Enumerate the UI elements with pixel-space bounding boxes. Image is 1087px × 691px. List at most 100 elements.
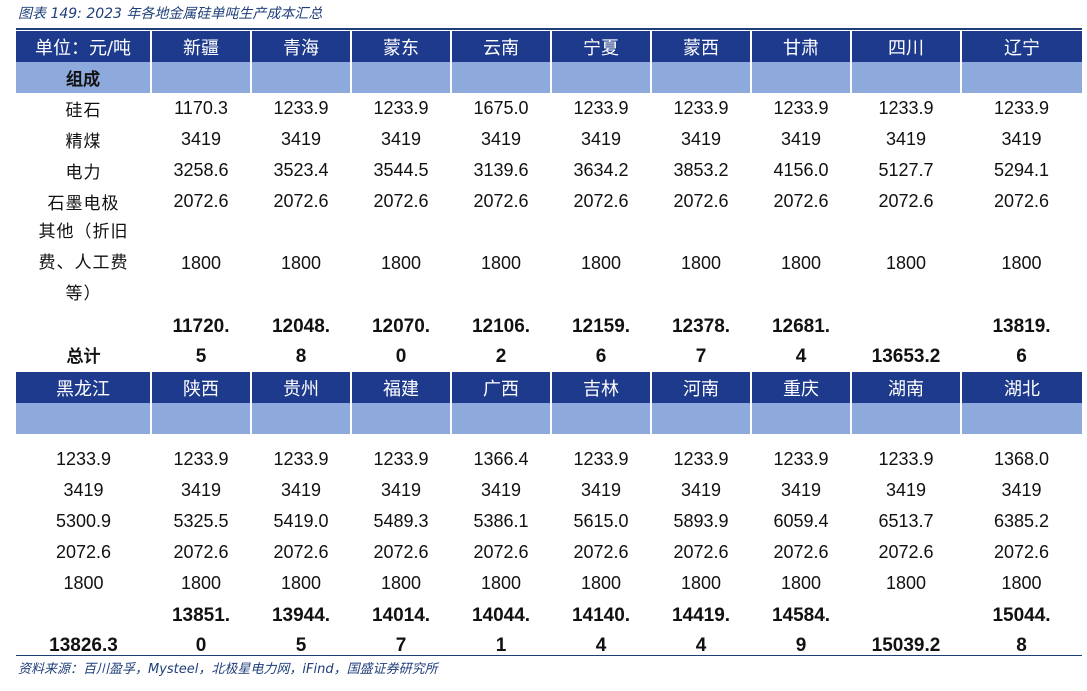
cost-cell: 3258.6 — [173, 160, 229, 180]
cost-cell: 6513.7 — [878, 511, 934, 531]
cost-cell: 1233.9 — [773, 449, 829, 469]
cost-cell: 5294.1 — [993, 160, 1050, 180]
row-label: 电力 — [65, 163, 102, 183]
region-header: 新疆 — [150, 31, 251, 62]
total-cell: 14014. 7 — [351, 599, 451, 661]
total-value-bottom: 5 — [195, 346, 207, 367]
cost-cell: 1800 — [480, 573, 522, 593]
cost-cell: 3419 — [885, 480, 927, 500]
total-value-bottom: 6 — [595, 346, 607, 367]
row-label: 硅石 — [65, 101, 102, 121]
cost-cell: 1800 — [580, 253, 622, 273]
total-value-bottom: 9 — [795, 635, 807, 656]
spacer-cell — [351, 434, 451, 444]
cost-cell: 4156.0 — [773, 160, 829, 180]
row-label-line: 等） — [65, 284, 102, 304]
total-value-top: 13944. — [271, 605, 331, 626]
cost-cell: 6385.2 — [993, 511, 1050, 531]
region-header: 湖北 — [960, 372, 1082, 403]
cost-cell: 3419 — [280, 129, 322, 149]
cost-cell: 1675.0 — [473, 98, 529, 118]
cost-cell: 1233.9 — [878, 449, 934, 469]
cost-cell: 3419 — [480, 480, 522, 500]
cost-cell: 1800 — [1001, 573, 1042, 593]
cost-row: 硅石 1170.3 1233.9 1233.9 1675.0 1233.9 1233.9 12… — [16, 93, 1082, 124]
total-cell: 11720. 5 — [151, 310, 251, 372]
total-value-top: 14419. — [671, 605, 731, 626]
cost-cell: 2072.6 — [173, 542, 229, 562]
cost-cell: 1800 — [180, 573, 222, 593]
cost-row: 电力 3258.6 3523.4 3544.5 3139.6 3634.2 3853.2 41… — [16, 155, 1082, 186]
spacer-cell — [751, 434, 851, 444]
spacer-row — [16, 434, 1082, 444]
cost-cell: 2072.6 — [773, 542, 829, 562]
region-header: 蒙东 — [350, 31, 451, 62]
cost-cell: 2072.6 — [273, 191, 329, 211]
total-row: 总计 11720. 5 12048. 8 12070. 0 12106. 2 12159. 6 123… — [16, 310, 1082, 372]
cost-cell: 1800 — [885, 253, 927, 273]
group-spacer-cell — [250, 403, 351, 434]
total-value-top: 12048. — [271, 316, 331, 337]
cost-cell: 1233.9 — [773, 98, 829, 118]
cost-cell: 1800 — [380, 573, 422, 593]
unit-header: 单位：元/吨 — [16, 31, 151, 62]
cost-cell: 1800 — [580, 573, 622, 593]
total-cell: 13826.3 — [16, 599, 151, 661]
row-label-line: 费、人工费 — [38, 253, 129, 273]
cost-cell: 1233.9 — [373, 449, 429, 469]
cost-cell: 3419 — [63, 480, 104, 500]
cost-cell: 2072.6 — [878, 542, 934, 562]
cost-row: 3419 3419 3419 3419 3419 3419 3419 3419 3419 3419 — [16, 475, 1082, 506]
bottom-divider — [16, 655, 1082, 656]
cost-cell: 3419 — [480, 129, 522, 149]
spacer-cell — [851, 434, 961, 444]
total-cell: 15044. 8 — [961, 599, 1082, 661]
cost-cell: 2072.6 — [373, 191, 429, 211]
cost-cell: 1800 — [780, 253, 822, 273]
cost-cell: 3523.4 — [273, 160, 329, 180]
cost-cell: 3419 — [885, 129, 927, 149]
total-value-bottom: 13826.3 — [49, 635, 118, 656]
cost-cell: 5127.7 — [878, 160, 934, 180]
region-header: 辽宁 — [960, 31, 1082, 62]
cost-cell: 3853.2 — [673, 160, 729, 180]
group-spacer-cell — [550, 403, 651, 434]
region-header: 四川 — [850, 31, 961, 62]
cost-cell: 1800 — [1001, 253, 1042, 273]
total-cell: 12159. 6 — [551, 310, 651, 372]
group-spacer-cell — [150, 403, 251, 434]
cost-cell: 2072.6 — [673, 191, 729, 211]
cost-cell: 3419 — [280, 480, 322, 500]
cost-cell: 1800 — [280, 573, 322, 593]
cost-cell: 3419 — [380, 129, 422, 149]
caption-divider — [16, 28, 1082, 30]
cost-cell: 1233.9 — [573, 449, 629, 469]
cost-cell: 1366.4 — [473, 449, 529, 469]
total-value-top: 13819. — [992, 316, 1051, 337]
region-header: 蒙西 — [650, 31, 751, 62]
cost-cell: 3419 — [680, 480, 722, 500]
total-cell: 14419. 4 — [651, 599, 751, 661]
total-value-top: 12378. — [671, 316, 731, 337]
cost-cell: 5300.9 — [55, 511, 112, 531]
cost-cell: 2072.6 — [473, 191, 529, 211]
cost-row: 2072.6 2072.6 2072.6 2072.6 2072.6 2072.6 2072… — [16, 537, 1082, 568]
cost-cell: 1800 — [280, 253, 322, 273]
spacer-cell — [961, 434, 1082, 444]
spacer-cell — [651, 434, 751, 444]
group-spacer-cell — [450, 403, 551, 434]
group-spacer-cell — [960, 403, 1082, 434]
cost-cell: 5325.5 — [173, 511, 229, 531]
group-spacer-cell — [350, 403, 451, 434]
cost-cell: 2072.6 — [273, 542, 329, 562]
cost-cell: 2072.6 — [573, 542, 629, 562]
total-cell: 12106. 2 — [451, 310, 551, 372]
cost-cell: 5893.9 — [673, 511, 729, 531]
region-header: 福建 — [350, 372, 451, 403]
cost-cell: 2072.6 — [878, 191, 934, 211]
cost-row: 1800 1800 1800 1800 1800 1800 1800 1800 1800 1800 — [16, 568, 1082, 599]
cost-cell: 2072.6 — [573, 191, 629, 211]
cost-cell: 1800 — [180, 253, 222, 273]
cost-cell: 2072.6 — [673, 542, 729, 562]
region-header: 黑龙江 — [16, 372, 151, 403]
